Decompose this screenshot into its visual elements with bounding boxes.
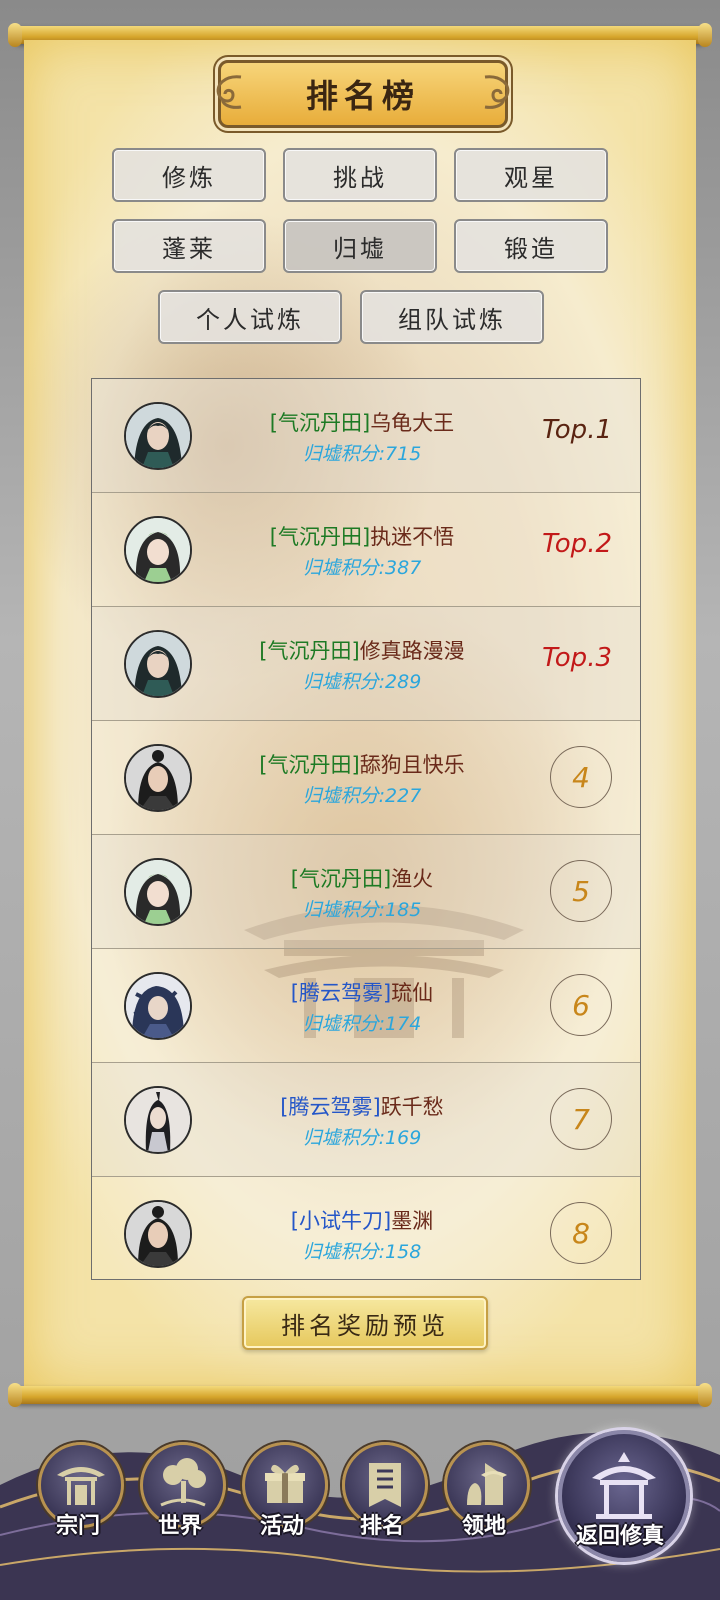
ranking-row[interactable]: [气沉丹田]乌龟大王 归墟积分:715 Top.1 [92,379,640,493]
tab-guixu[interactable]: 归墟 [283,219,437,273]
tab-forging[interactable]: 锻造 [454,219,608,273]
player-name-line: [气沉丹田]修真路漫漫 [212,635,512,665]
score-text: 归墟积分:185 [302,899,422,921]
tab-solo-trial[interactable]: 个人试炼 [158,290,342,344]
avatar[interactable] [124,744,192,812]
tab-team-trial[interactable]: 组队试炼 [360,290,544,344]
ranking-list[interactable]: [气沉丹田]乌龟大王 归墟积分:715 Top.1 [气沉丹田]执迷不悟 归墟积… [91,378,641,1280]
rank-label: Top.1 [542,415,612,445]
score-text: 归墟积分:715 [302,443,422,465]
tab-cultivation[interactable]: 修炼 [112,148,266,202]
nav-territory-label: 领地 [461,1513,506,1539]
score-text: 归墟积分:158 [302,1241,422,1263]
page-title: 排名榜 [305,77,420,115]
realm-label: [气沉丹田] [259,753,360,777]
ranking-row[interactable]: [腾云驾雾]跃千愁 归墟积分:169 7 [92,1063,640,1177]
rank-badge: 7 [550,1088,612,1150]
world-tree-icon [160,1458,206,1507]
player-name-line: [腾云驾雾]琉仙 [212,977,512,1007]
ranking-row[interactable]: [气沉丹田]执迷不悟 归墟积分:387 Top.2 [92,493,640,607]
ranking-banner-icon [369,1463,401,1507]
player-name: 跃千愁 [380,1095,444,1119]
rank-badge: 8 [550,1202,612,1264]
cloud-ornament-icon [484,75,510,109]
ranking-row[interactable]: [气沉丹田]舔狗且快乐 归墟积分:227 4 [92,721,640,835]
realm-label: [气沉丹田] [269,411,371,435]
score-text: 归墟积分:387 [302,557,422,579]
rank-badge: 6 [550,974,612,1036]
nav-activity-label: 活动 [259,1513,304,1539]
ranking-row[interactable]: [小试牛刀]墨渊 归墟积分:158 8 [92,1177,640,1279]
nav-ranking-label: 排名 [359,1513,404,1539]
realm-label: [气沉丹田] [259,639,360,663]
realm-label: [腾云驾雾] [290,981,392,1005]
realm-label: [腾云驾雾] [280,1095,381,1119]
player-name: 渔火 [391,867,434,891]
score-text: 归墟积分:174 [302,1013,422,1035]
realm-label: [气沉丹田] [290,867,392,891]
activity-gift-icon [265,1464,305,1503]
rank-label: Top.2 [542,529,612,559]
avatar[interactable] [124,402,192,470]
player-name-line: [气沉丹田]乌龟大王 [212,407,512,437]
ranking-row[interactable]: [气沉丹田]渔火 归墟积分:185 5 [92,835,640,949]
nav-world-label: 世界 [157,1513,202,1539]
avatar[interactable] [124,972,192,1040]
score-text: 归墟积分:227 [302,785,422,807]
score-text: 归墟积分:289 [302,671,422,693]
cloud-ornament-icon [216,75,242,109]
player-name-line: [气沉丹田]渔火 [212,863,512,893]
sect-gate-icon [57,1467,105,1505]
player-name: 墨渊 [391,1209,434,1233]
reward-preview-button[interactable]: 排名奖励预览 [242,1296,488,1350]
territory-icon [467,1463,507,1505]
return-cultivation-label: 返回修真 [575,1523,664,1549]
tab-stargazing[interactable]: 观星 [454,148,608,202]
avatar[interactable] [124,516,192,584]
avatar[interactable] [124,1200,192,1268]
rank-label: Top.3 [542,643,612,673]
player-name-line: [气沉丹田]舔狗且快乐 [212,749,512,779]
player-name-line: [腾云驾雾]跃千愁 [212,1091,512,1121]
tab-penglai[interactable]: 蓬莱 [112,219,266,273]
avatar[interactable] [124,1086,192,1154]
player-name: 执迷不悟 [370,525,455,549]
avatar[interactable] [124,858,192,926]
tab-challenge[interactable]: 挑战 [283,148,437,202]
player-name-line: [小试牛刀]墨渊 [212,1205,512,1235]
nav-sect-label: 宗门 [55,1513,100,1539]
realm-label: [小试牛刀] [290,1209,392,1233]
player-name: 修真路漫漫 [359,639,465,663]
player-name-line: [气沉丹田]执迷不悟 [212,521,512,551]
score-text: 归墟积分:169 [302,1127,422,1149]
player-name: 乌龟大王 [370,411,455,435]
avatar[interactable] [124,630,192,698]
rank-badge: 4 [550,746,612,808]
player-name: 舔狗且快乐 [359,753,465,777]
pavilion-icon [592,1452,656,1519]
rank-badge: 5 [550,860,612,922]
realm-label: [气沉丹田] [269,525,371,549]
ranking-row[interactable]: [气沉丹田]修真路漫漫 归墟积分:289 Top.3 [92,607,640,721]
scroll-rod-bottom [8,1383,712,1407]
ranking-row[interactable]: [腾云驾雾]琉仙 归墟积分:174 6 [92,949,640,1063]
player-name: 琉仙 [391,981,434,1005]
title-plaque: 排名榜 [216,60,510,128]
